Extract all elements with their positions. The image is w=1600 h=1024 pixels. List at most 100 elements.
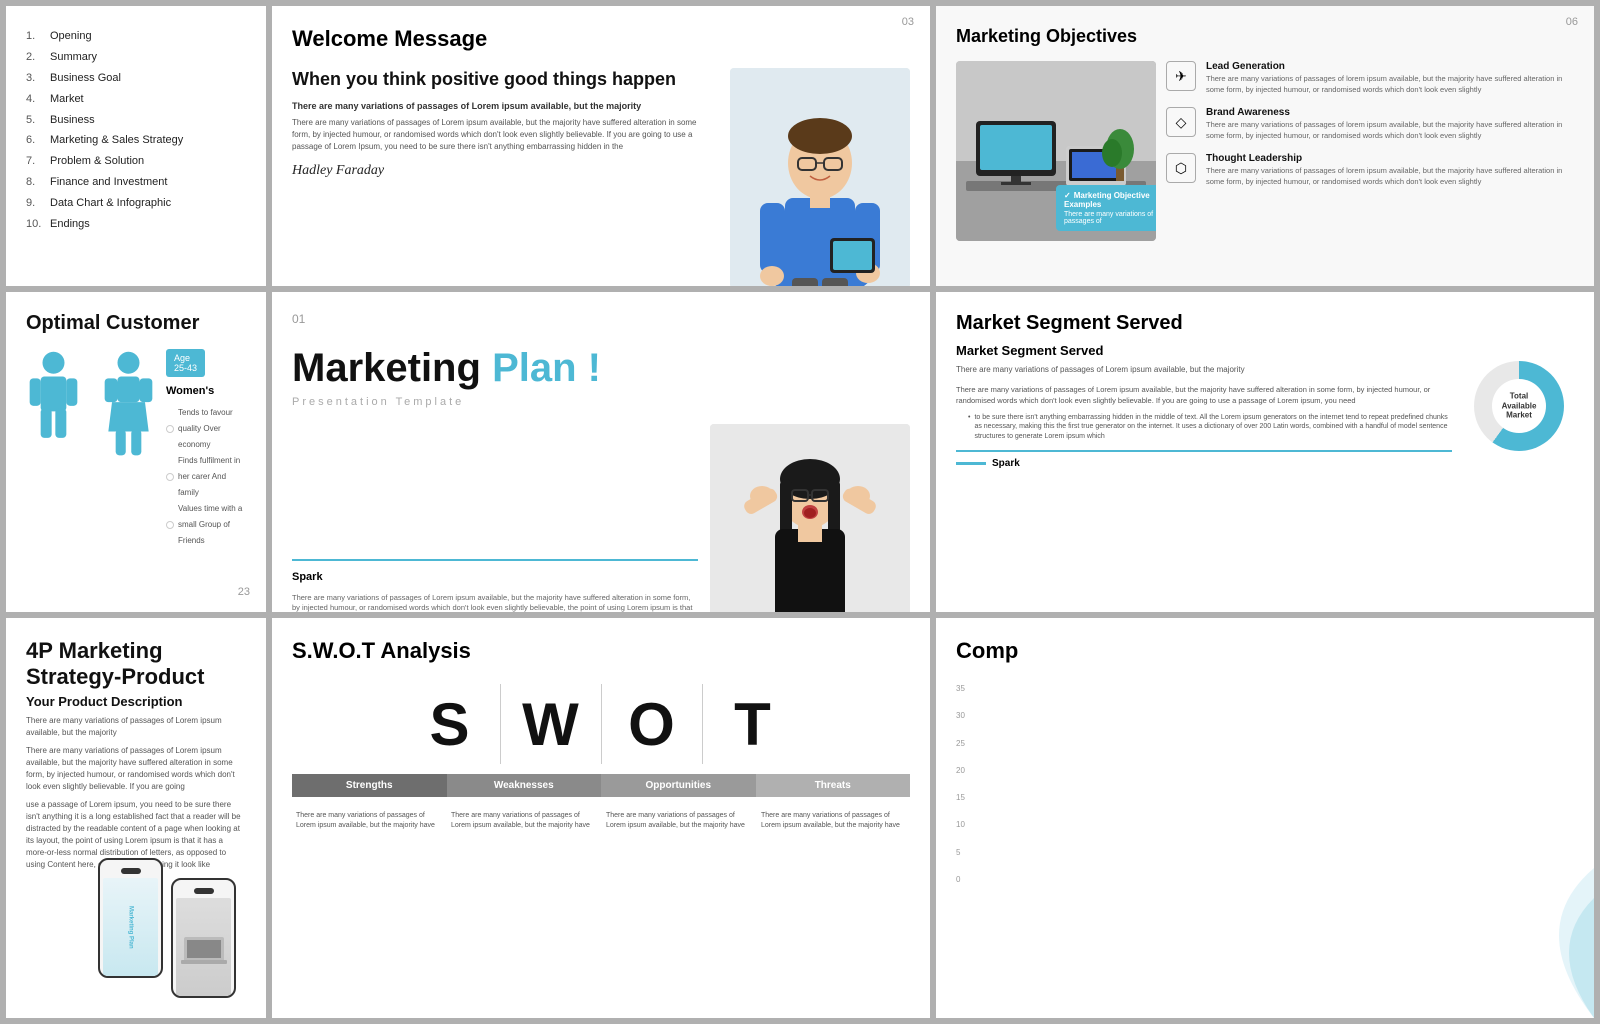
swot-labels-row: Strengths Weaknesses Opportunities Threa… bbox=[292, 774, 910, 797]
obj-item-1: ✈ Lead Generation There are many variati… bbox=[1166, 61, 1574, 95]
toc-list: 1.Opening 2.Summary 3.Business Goal 4.Ma… bbox=[26, 26, 246, 235]
bar-chart: 35 30 25 20 15 10 5 0 bbox=[956, 684, 1574, 884]
optimal-customer-slide: Optimal Customer bbox=[6, 292, 266, 612]
comp-slide: Comp 35 30 25 20 15 10 5 0 bbox=[936, 618, 1594, 1018]
swot-s: S bbox=[400, 690, 500, 759]
phone-2 bbox=[171, 878, 236, 998]
lead-gen-icon: ✈ bbox=[1166, 61, 1196, 91]
swot-strengths-text: There are many variations of passages of… bbox=[292, 807, 445, 835]
welcome-headline: When you think positive good things happ… bbox=[292, 68, 710, 91]
y-axis: 35 30 25 20 15 10 5 0 bbox=[956, 684, 965, 884]
swot-weaknesses-text: There are many variations of passages of… bbox=[447, 807, 600, 835]
ms-main-title: Market Segment Served bbox=[956, 312, 1574, 335]
toc-item-10: 10.Endings bbox=[26, 214, 246, 235]
ms-chart-col: Total Available Market bbox=[1464, 343, 1574, 469]
swot-o: O bbox=[602, 690, 702, 759]
phone-2-screen bbox=[176, 898, 231, 996]
toc-item-3: 3.Business Goal bbox=[26, 68, 246, 89]
mp-woman-image bbox=[710, 424, 910, 612]
comp-title: Comp bbox=[956, 638, 1574, 664]
fp-body2: There are many variations of passages of… bbox=[26, 745, 246, 793]
woman-svg bbox=[710, 424, 910, 612]
comp-chart: 35 30 25 20 15 10 5 0 bbox=[956, 684, 1574, 884]
trait-1: Tends to favour quality Over economy bbox=[166, 405, 246, 453]
ms-footer-bar bbox=[956, 462, 986, 465]
swot-t: T bbox=[703, 690, 803, 759]
ms-subtitle: Market Segment Served bbox=[956, 343, 1452, 358]
swot-w: W bbox=[501, 690, 601, 759]
optimal-age-tag: Age 25-43 bbox=[166, 349, 205, 377]
swot-letters-row: S W O T bbox=[292, 684, 910, 764]
swot-threats-text: There are many variations of passages of… bbox=[757, 807, 910, 835]
mp-title-colored: Plan ! bbox=[492, 346, 601, 390]
ms-donut-chart: Total Available Market bbox=[1474, 361, 1564, 451]
obj-callout-box: ✓Marketing Objective Examples There are … bbox=[1056, 185, 1156, 231]
ms-bullet-text: • to be sure there isn't anything embarr… bbox=[956, 413, 1452, 442]
mp-layout: 01 Marketing Plan ! Presentation Templat… bbox=[292, 312, 910, 592]
obj-callout-body: There are many variations of passages of bbox=[1064, 211, 1156, 225]
person-image-svg bbox=[730, 68, 910, 286]
ms-brand: Spark bbox=[992, 458, 1020, 469]
optimal-gender-label: Women's bbox=[166, 385, 246, 397]
marketing-obj-slide: 06 Marketing Objectives bbox=[936, 6, 1594, 286]
toc-item-9: 9.Data Chart & Infographic bbox=[26, 193, 246, 214]
obj-office-image: ✓Marketing Objective Examples There are … bbox=[956, 61, 1156, 241]
toc-item-1: 1.Opening bbox=[26, 26, 246, 47]
phone-2-notch bbox=[194, 888, 214, 894]
swot-strengths-label: Strengths bbox=[292, 774, 447, 797]
fp-subtitle: Your Product Description bbox=[26, 694, 246, 709]
mp-brand-name: Spark bbox=[292, 571, 323, 583]
toc-item-7: 7.Problem & Solution bbox=[26, 151, 246, 172]
optimal-figures bbox=[26, 349, 156, 459]
phone-1-screen: Marketing Plan bbox=[103, 878, 158, 976]
comp-wave-svg bbox=[1444, 868, 1594, 1018]
optimal-slide-number: 23 bbox=[238, 586, 250, 598]
obj-item-1-text: Lead Generation There are many variation… bbox=[1206, 61, 1574, 95]
swot-title: S.W.O.T Analysis bbox=[292, 638, 910, 664]
fp-title: 4P Marketing Strategy-Product bbox=[26, 638, 246, 690]
welcome-signature: Hadley Faraday bbox=[292, 163, 710, 179]
toc-item-8: 8.Finance and Investment bbox=[26, 172, 246, 193]
swot-opportunities-label: Opportunities bbox=[601, 774, 756, 797]
fp-body1: There are many variations of passages of… bbox=[26, 715, 246, 739]
trait-2: Finds fulfilment in her carer And family bbox=[166, 453, 246, 501]
obj-item-3: ⬡ Thought Leadership There are many vari… bbox=[1166, 153, 1574, 187]
mp-title-block: Marketing Plan ! bbox=[292, 346, 910, 390]
male-figure-svg bbox=[26, 349, 81, 459]
phone-1: Marketing Plan bbox=[98, 858, 163, 978]
welcome-image bbox=[730, 68, 910, 286]
welcome-content: When you think positive good things happ… bbox=[292, 68, 910, 286]
welcome-text-block: When you think positive good things happ… bbox=[292, 68, 710, 286]
toc-slide: 1.Opening 2.Summary 3.Business Goal 4.Ma… bbox=[6, 6, 266, 286]
toc-item-4: 4.Market bbox=[26, 89, 246, 110]
swot-weaknesses-label: Weaknesses bbox=[447, 774, 602, 797]
obj-content-area: ✓Marketing Objective Examples There are … bbox=[956, 61, 1574, 241]
welcome-slide-number: 03 bbox=[902, 16, 914, 28]
brand-awareness-icon: ◇ bbox=[1166, 107, 1196, 137]
mp-title-word: Marketing bbox=[292, 346, 481, 390]
mp-left-col: Spark There are many variations of passa… bbox=[292, 424, 698, 612]
obj-slide-number: 06 bbox=[1566, 16, 1578, 28]
market-segment-slide: Market Segment Served Market Segment Ser… bbox=[936, 292, 1594, 612]
ms-intro-text: There are many variations of passages of… bbox=[956, 364, 1452, 376]
obj-items-list: ✈ Lead Generation There are many variati… bbox=[1166, 61, 1574, 187]
ms-body-text: There are many variations of passages of… bbox=[956, 384, 1452, 407]
obj-main-title: Marketing Objectives bbox=[956, 26, 1574, 47]
swot-texts-row: There are many variations of passages of… bbox=[292, 807, 910, 835]
welcome-body: There are many variations of passages of… bbox=[292, 117, 710, 153]
toc-item-2: 2.Summary bbox=[26, 47, 246, 68]
mp-body-text: There are many variations of passages of… bbox=[292, 593, 698, 613]
optimal-title: Optimal Customer bbox=[26, 312, 246, 335]
ms-footer: Spark bbox=[956, 450, 1452, 469]
female-figure-svg bbox=[101, 349, 156, 459]
optimal-traits-list: Tends to favour quality Over economy Fin… bbox=[166, 405, 246, 549]
ms-text-col: Market Segment Served There are many var… bbox=[956, 343, 1452, 469]
obj-item-3-text: Thought Leadership There are many variat… bbox=[1206, 153, 1574, 187]
toc-item-6: 6.Marketing & Sales Strategy bbox=[26, 130, 246, 151]
main-grid: 1.Opening 2.Summary 3.Business Goal 4.Ma… bbox=[0, 0, 1600, 1024]
ms-chart-label: Total Available Market bbox=[1502, 392, 1537, 421]
optimal-info: Age 25-43 Women's Tends to favour qualit… bbox=[166, 349, 246, 549]
four-p-slide: 4P Marketing Strategy-Product Your Produ… bbox=[6, 618, 266, 1018]
mp-slide-number: 01 bbox=[292, 312, 910, 326]
mp-subtitle: Presentation Template bbox=[292, 396, 910, 408]
